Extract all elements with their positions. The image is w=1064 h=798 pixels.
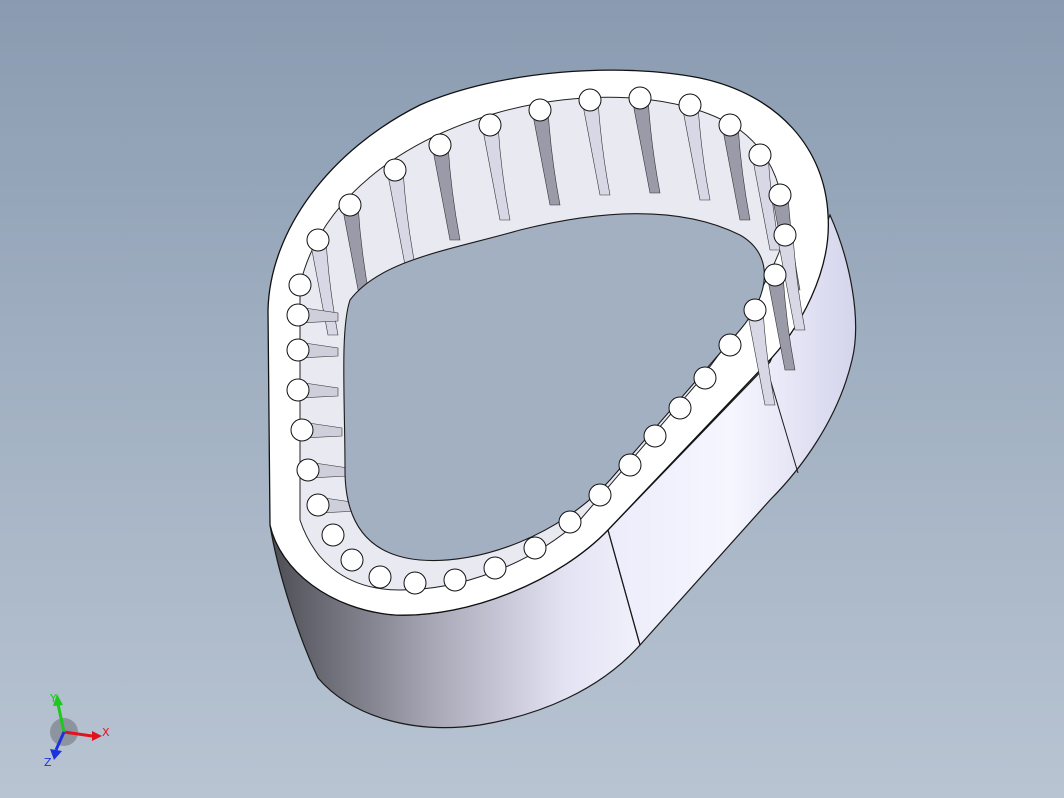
belt-tooth [558, 510, 582, 534]
belt-tooth [286, 378, 310, 402]
belt-tooth [588, 483, 612, 507]
belt-tooth [483, 556, 507, 580]
belt-tooth [296, 458, 320, 482]
belt-tooth [763, 263, 787, 287]
belt-tooth [368, 565, 392, 589]
belt-tooth [773, 223, 797, 247]
y-axis-label: Y [49, 692, 57, 705]
belt-tooth [288, 273, 312, 297]
z-axis-label: Z [44, 756, 52, 768]
belt-model-scene[interactable] [0, 0, 1064, 798]
belt-tooth [743, 298, 767, 322]
belt-tooth [306, 228, 330, 252]
belt-tooth [290, 418, 314, 442]
belt-tooth [338, 193, 362, 217]
belt-tooth [628, 86, 652, 110]
belt-tooth [528, 98, 552, 122]
belt-tooth [718, 333, 742, 357]
x-axis-label: X [102, 726, 110, 739]
belt-tooth [768, 183, 792, 207]
coordinate-triad: X Y Z [44, 692, 110, 768]
belt-tooth [340, 548, 364, 572]
belt-tooth [286, 303, 310, 327]
belt-tooth [718, 113, 742, 137]
belt-tooth [306, 493, 330, 517]
belt-tooth [321, 523, 345, 547]
belt-tooth [748, 143, 772, 167]
graphics-viewport[interactable]: X Y Z [0, 0, 1064, 798]
belt-tooth [678, 93, 702, 117]
belt-tooth [618, 453, 642, 477]
belt-tooth [443, 568, 467, 592]
belt-tooth [523, 536, 547, 560]
belt-tooth [403, 571, 427, 595]
belt-tooth [383, 158, 407, 182]
z-axis-arrowhead [50, 749, 62, 760]
belt-tooth [478, 113, 502, 137]
x-axis-arrowhead [92, 731, 102, 741]
belt-tooth [643, 424, 667, 448]
belt-tooth [693, 366, 717, 390]
belt-tooth [668, 396, 692, 420]
belt-tooth [428, 133, 452, 157]
belt-tooth [578, 88, 602, 112]
belt-tooth [286, 338, 310, 362]
